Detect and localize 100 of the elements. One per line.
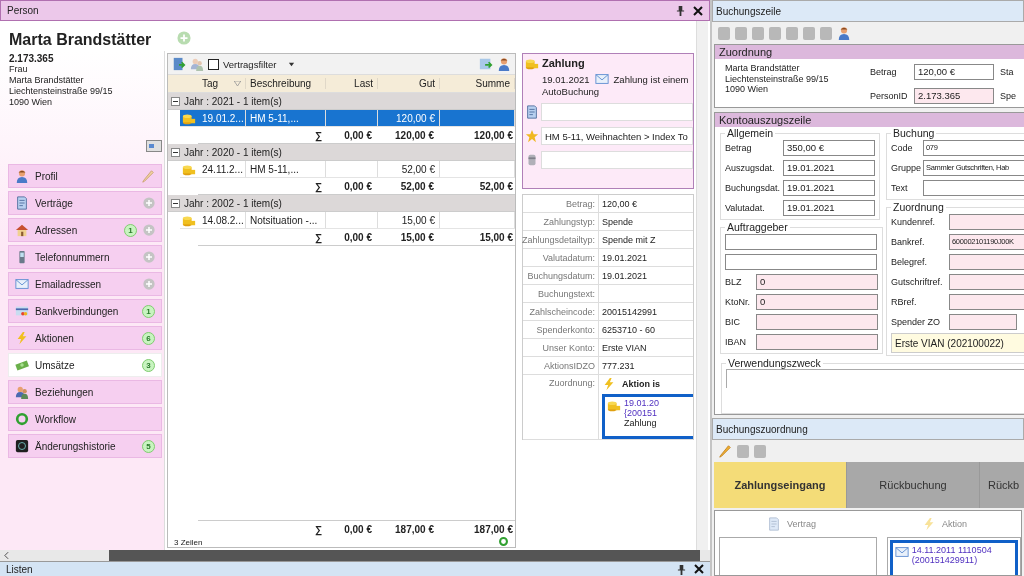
property-value: 19.01.2021 (601, 269, 649, 283)
group-label: Jahr : 2020 - 1 item(s) (184, 146, 282, 158)
column-header[interactable]: Last (326, 78, 378, 89)
field-label: Auszugsdat. (725, 162, 776, 173)
toolbar-icon[interactable] (718, 26, 730, 40)
property-value: Spende mit Z (601, 233, 657, 247)
card-icon (15, 304, 29, 318)
nav-label: Änderungshistorie (35, 440, 117, 452)
close-icon[interactable] (693, 5, 703, 16)
toolbar-icon[interactable] (803, 26, 815, 40)
close-icon[interactable] (694, 564, 704, 574)
input-field[interactable] (725, 233, 877, 250)
group-row[interactable]: Jahr : 2002 - 1 item(s) (168, 195, 515, 212)
toolbar-icon[interactable] (735, 26, 747, 40)
address-line: Liechtensteinstraße 99/15 (8, 86, 114, 97)
toolbar-icon[interactable] (820, 26, 832, 40)
tab[interactable]: Rückbuchung (847, 462, 980, 508)
collapse-icon[interactable] (171, 96, 180, 106)
scrollbar[interactable] (0, 550, 710, 561)
caret-icon[interactable] (288, 60, 296, 68)
field-label: Betrag (870, 66, 898, 77)
input-field[interactable] (725, 253, 877, 270)
input-field[interactable]: 120,00 € (914, 63, 994, 80)
table-row[interactable]: 19.01.2... HM 5-11,... 120,00 € (180, 110, 515, 127)
tab[interactable]: Zahlungseingang (714, 462, 847, 508)
input-field[interactable] (756, 313, 878, 330)
collapse-icon[interactable] (171, 147, 180, 157)
table-cell: 15,00 € (378, 212, 440, 228)
input-field[interactable]: 0 (756, 273, 878, 290)
sort-icon[interactable] (234, 81, 241, 86)
property-label: Zahlungstyp: (523, 213, 599, 230)
add-icon[interactable] (143, 224, 155, 236)
pin-icon[interactable] (677, 563, 686, 575)
contact-card-icon[interactable] (146, 140, 162, 152)
input-field[interactable]: 0 (756, 293, 878, 310)
nav-item[interactable]: Verträge (8, 191, 162, 215)
toolbar-icon[interactable] (737, 444, 749, 458)
row-count: 3 Zeilen (174, 538, 204, 547)
nav-label: Workflow (35, 413, 77, 425)
group-row[interactable]: Jahr : 2021 - 1 item(s) (168, 93, 515, 110)
address-line: Marta Brandstätter (725, 63, 801, 74)
nav-item[interactable]: Profil (8, 164, 162, 188)
export-icon[interactable] (479, 57, 493, 71)
input-field[interactable] (949, 313, 1017, 330)
nav-item[interactable]: Umsätze 3 (8, 353, 162, 377)
text-area[interactable] (726, 369, 1024, 388)
add-icon[interactable] (143, 197, 155, 209)
checkbox[interactable] (208, 58, 219, 70)
envelope-icon (594, 72, 609, 86)
nav-item[interactable]: Telefonnummern (8, 245, 162, 269)
group-label: Jahr : 2002 - 1 item(s) (184, 197, 282, 209)
nav-item[interactable]: Aktionen 6 (8, 326, 162, 350)
nav-item[interactable]: Emailadressen (8, 272, 162, 296)
column-header[interactable]: Tag (198, 78, 246, 89)
count-badge: 3 (142, 358, 155, 372)
export-icon[interactable] (172, 57, 186, 71)
assignment-entry[interactable]: 19.01.20 {200151 Zahlung (602, 394, 693, 439)
input-field[interactable] (756, 333, 878, 350)
group-label: Jahr : 2021 - 1 item(s) (184, 95, 282, 107)
add-icon[interactable] (143, 251, 155, 263)
input-field[interactable]: HM 5-11, Weihnachten > Index To (541, 127, 693, 145)
account-field[interactable]: Erste VIAN (202100022) (891, 333, 1024, 353)
pencil-icon[interactable] (718, 444, 732, 458)
toolbar-icon[interactable] (752, 26, 764, 40)
field-label: PersonID (870, 90, 909, 101)
property-value: Spende (601, 215, 635, 229)
refresh-icon[interactable] (498, 536, 509, 547)
nav-item[interactable]: Workflow (8, 407, 162, 431)
table-row[interactable]: 24.11.2... HM 5-11,... 52,00 € (180, 161, 515, 178)
input-field[interactable]: 350,00 € (783, 139, 875, 156)
person-name: Marta Brandstätter (9, 31, 152, 49)
field-label: Text (891, 182, 909, 193)
nav-item[interactable]: Bankverbindungen 1 (8, 299, 162, 323)
column-header[interactable]: Beschreibung (246, 78, 326, 89)
nav-item[interactable]: Adressen 1 (8, 218, 162, 242)
toolbar-icon[interactable] (754, 444, 766, 458)
tab[interactable]: Rückb (980, 462, 1024, 508)
input-field[interactable]: 19.01.2021 (783, 179, 875, 196)
payment-date: 19.01.2021 (542, 73, 590, 85)
add-icon[interactable] (143, 278, 155, 290)
input-field[interactable]: 2.173.365 (914, 87, 994, 104)
entry-line: 14.11.2011 1110504 (911, 545, 992, 555)
column-header[interactable]: Summe (440, 78, 515, 89)
entry-line: 19.01.20 (624, 398, 660, 408)
input-field[interactable]: 19.01.2021 (783, 159, 875, 176)
toolbar-icon[interactable] (786, 26, 798, 40)
field-label: Spe (1000, 90, 1016, 101)
property-value: Aktion is (622, 379, 660, 389)
nav-item[interactable]: Änderungshistorie 5 (8, 434, 162, 458)
table-row[interactable]: 14.08.2... Notsituation -... 15,00 € (180, 212, 515, 229)
list-item[interactable]: 14.11.2011 1110504 (200151429911) (889, 540, 1018, 575)
collapse-icon[interactable] (171, 198, 180, 208)
nav-item[interactable]: Beziehungen (8, 380, 162, 404)
pin-icon[interactable] (676, 5, 685, 16)
group-row[interactable]: Jahr : 2020 - 1 item(s) (168, 144, 515, 161)
payment-source: AutoBuchung (541, 86, 601, 97)
toolbar-icon[interactable] (769, 26, 781, 40)
input-field[interactable]: 19.01.2021 (783, 199, 875, 216)
column-header[interactable]: Gut (378, 78, 440, 89)
scrollbar[interactable] (696, 21, 708, 550)
